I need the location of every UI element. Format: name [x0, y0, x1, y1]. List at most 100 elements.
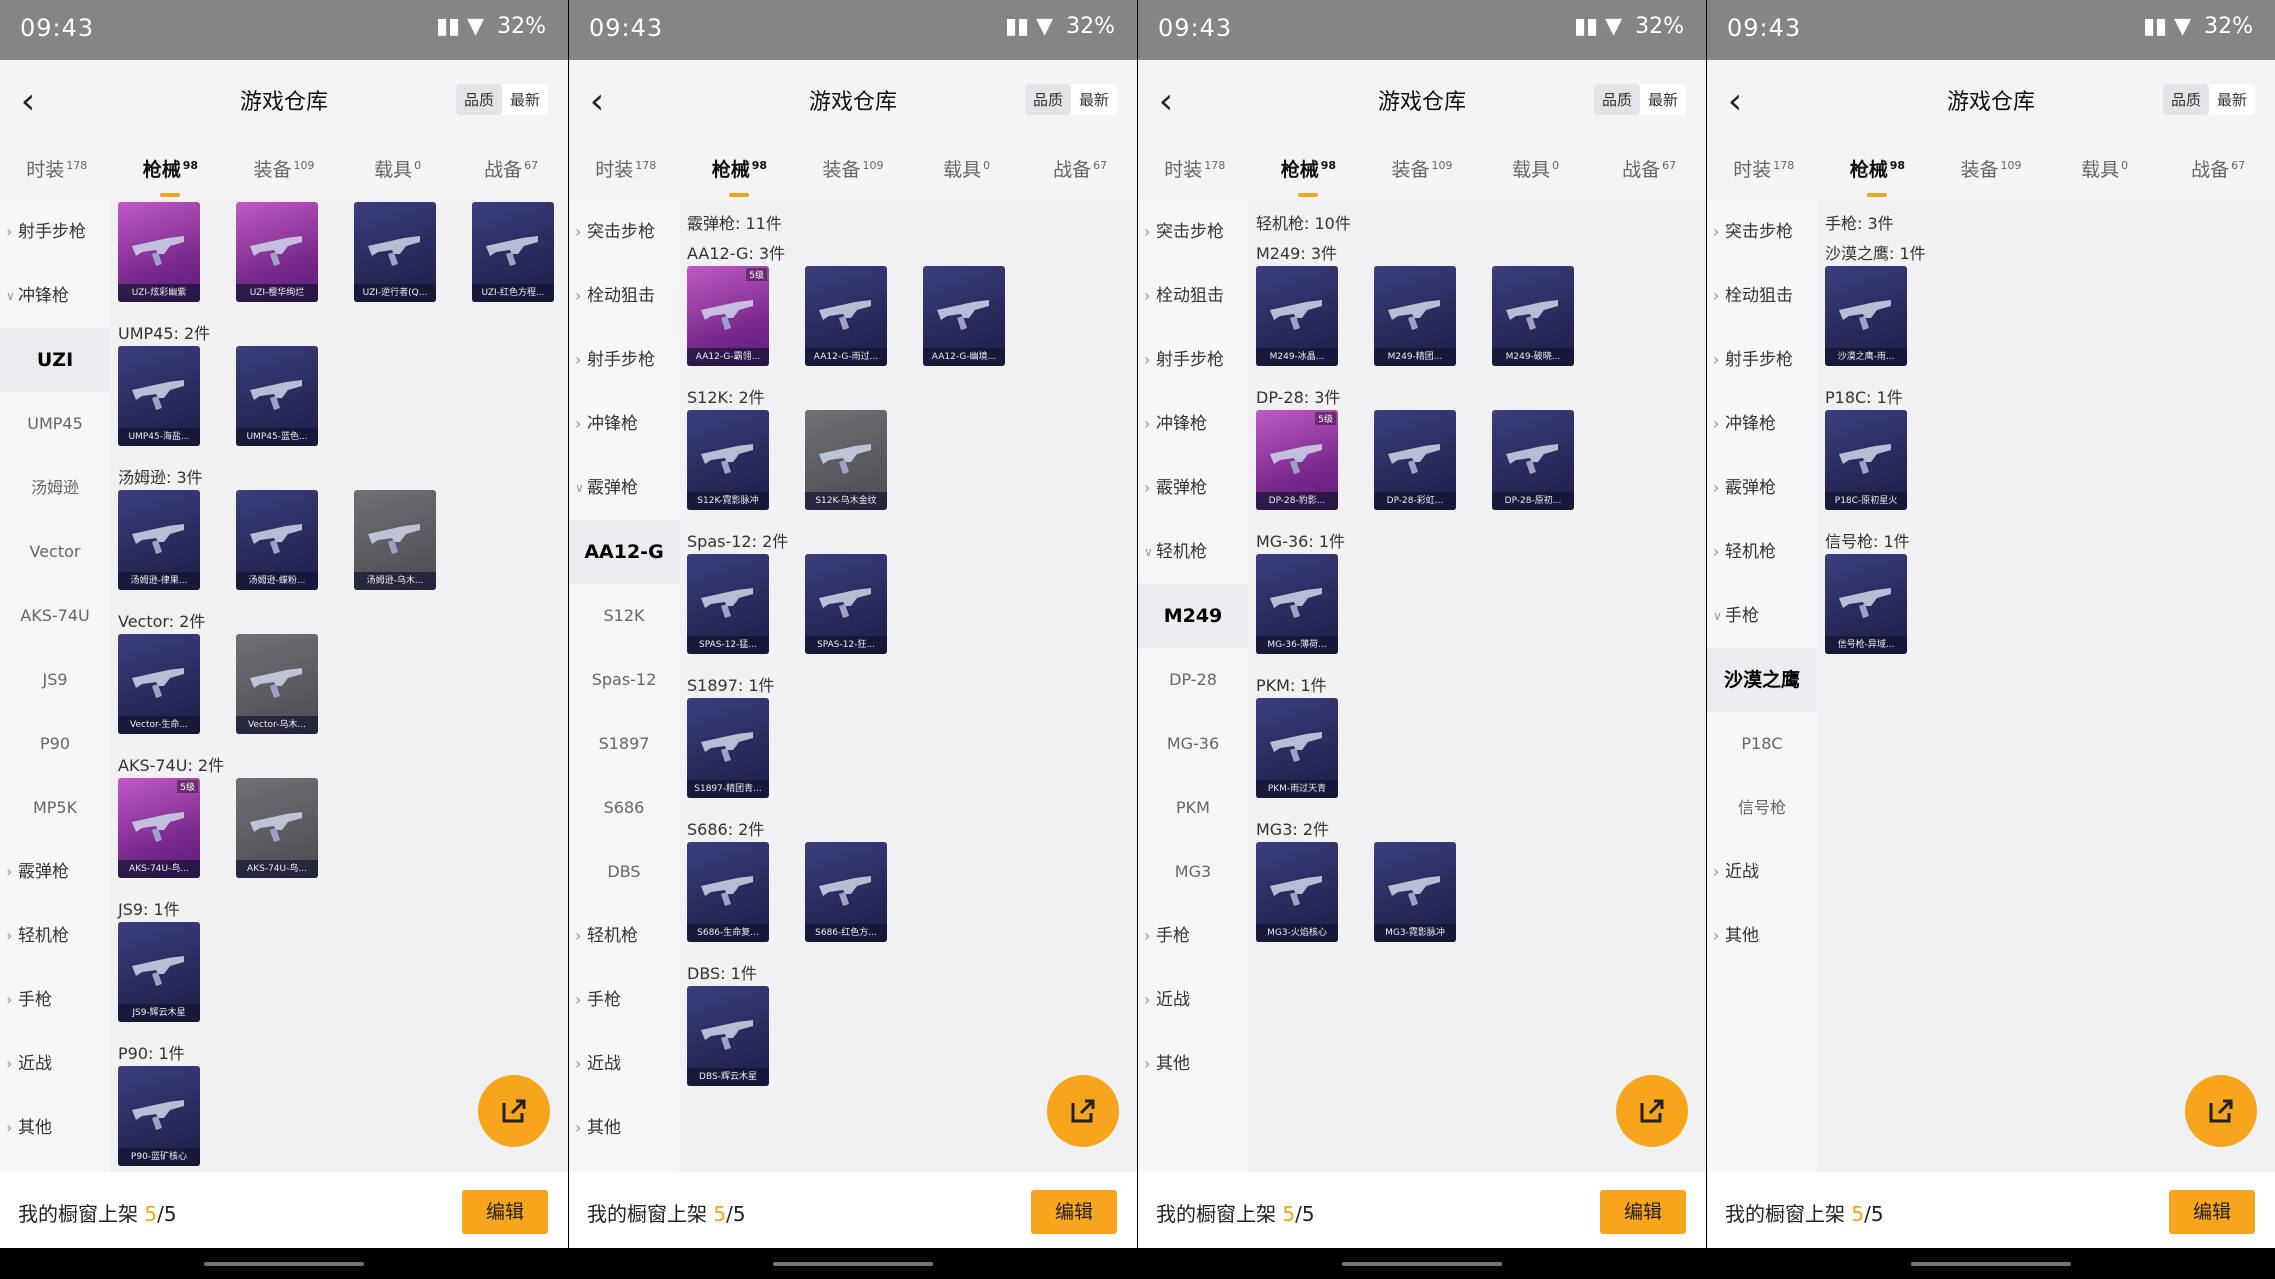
- sidebar-item[interactable]: 手枪: [1138, 904, 1248, 968]
- tab-3[interactable]: 载具 0: [1479, 155, 1593, 195]
- sidebar-item[interactable]: 冲锋枪: [0, 264, 110, 328]
- skin-card[interactable]: 汤姆逊-蝶粉...: [236, 490, 318, 590]
- home-indicator[interactable]: [1911, 1262, 2071, 1266]
- skin-card[interactable]: S686-生命复...: [687, 842, 769, 942]
- sidebar-item[interactable]: 霰弹枪: [0, 840, 110, 904]
- sidebar-item[interactable]: 轻机枪: [569, 904, 679, 968]
- sidebar-item[interactable]: 其他: [1138, 1032, 1248, 1096]
- sort-option[interactable]: 最新: [502, 84, 548, 115]
- skin-card[interactable]: UZI-红色方程...: [472, 202, 554, 302]
- sidebar-item[interactable]: 其他: [0, 1096, 110, 1160]
- sidebar-item[interactable]: 近战: [1707, 840, 1817, 904]
- home-indicator[interactable]: [1342, 1262, 1502, 1266]
- sort-option[interactable]: 品质: [1593, 84, 1640, 115]
- sidebar-item[interactable]: 射手步枪: [569, 328, 679, 392]
- skin-card[interactable]: UZI-逆行者(Q...: [354, 202, 436, 302]
- sidebar-item[interactable]: 冲锋枪: [1707, 392, 1817, 456]
- sidebar-item[interactable]: 突击步枪: [569, 200, 679, 264]
- skin-card[interactable]: M249-精团...: [1374, 266, 1456, 366]
- tab-2[interactable]: 装备 109: [227, 155, 341, 195]
- skin-card[interactable]: SPAS-12-狂...: [805, 554, 887, 654]
- sidebar-item[interactable]: 射手步枪: [1707, 328, 1817, 392]
- skin-card[interactable]: 汤姆逊-乌木...: [354, 490, 436, 590]
- skin-card[interactable]: M249-破晓...: [1492, 266, 1574, 366]
- sidebar-item[interactable]: 近战: [1138, 968, 1248, 1032]
- sidebar-item[interactable]: S1897: [569, 712, 679, 776]
- tab-0[interactable]: 时装 178: [569, 155, 683, 195]
- tab-3[interactable]: 载具 0: [341, 155, 455, 195]
- skin-card[interactable]: P90-蓝矿核心: [118, 1066, 200, 1166]
- tab-0[interactable]: 时装 178: [1138, 155, 1252, 195]
- skin-card[interactable]: MG3-火焰核心: [1256, 842, 1338, 942]
- sort-option[interactable]: 最新: [1071, 84, 1117, 115]
- sidebar-item[interactable]: 射手步枪: [1138, 328, 1248, 392]
- skin-card[interactable]: 信号枪-异域...: [1825, 554, 1907, 654]
- sidebar-item[interactable]: 霰弹枪: [569, 456, 679, 520]
- skin-card[interactable]: UMP45-蓝色...: [236, 346, 318, 446]
- skin-card[interactable]: AA12-G-雨过...: [805, 266, 887, 366]
- sidebar-item[interactable]: 信号枪: [1707, 776, 1817, 840]
- tab-4[interactable]: 战备 67: [454, 155, 568, 195]
- home-indicator[interactable]: [773, 1262, 933, 1266]
- tab-1[interactable]: 枪械 98: [1821, 155, 1935, 197]
- skin-card[interactable]: S12K-霓影脉冲: [687, 410, 769, 510]
- tab-4[interactable]: 战备 67: [1023, 155, 1137, 195]
- skin-card[interactable]: AKS-74U-鸟...: [236, 778, 318, 878]
- sidebar-item[interactable]: 其他: [1707, 904, 1817, 968]
- skin-card[interactable]: UZI-炫彩幽紫: [118, 202, 200, 302]
- tab-3[interactable]: 载具 0: [910, 155, 1024, 195]
- sidebar-item[interactable]: P90: [0, 712, 110, 776]
- sidebar-item[interactable]: UZI: [0, 328, 110, 392]
- sort-option[interactable]: 品质: [2162, 84, 2209, 115]
- skin-card[interactable]: JS9-辉云木星: [118, 922, 200, 1022]
- sidebar-item[interactable]: 近战: [0, 1032, 110, 1096]
- sidebar-item[interactable]: 冲锋枪: [1138, 392, 1248, 456]
- share-button[interactable]: [478, 1075, 550, 1147]
- skin-card[interactable]: S1897-精团青...: [687, 698, 769, 798]
- sidebar-item[interactable]: 栓动狙击: [1138, 264, 1248, 328]
- sort-option[interactable]: 最新: [1640, 84, 1686, 115]
- sort-option[interactable]: 品质: [1024, 84, 1071, 115]
- edit-button[interactable]: 编辑: [2169, 1190, 2255, 1234]
- skin-card[interactable]: 5级 AA12-G-霸翎...: [687, 266, 769, 366]
- sidebar-item[interactable]: 栓动狙击: [569, 264, 679, 328]
- sidebar-item[interactable]: 沙漠之鹰: [1707, 648, 1817, 712]
- sidebar-item[interactable]: 汤姆逊: [0, 456, 110, 520]
- share-button[interactable]: [2185, 1075, 2257, 1147]
- skin-card[interactable]: P18C-原初星火: [1825, 410, 1907, 510]
- skin-card[interactable]: UMP45-海盐...: [118, 346, 200, 446]
- sidebar-item[interactable]: JS9: [0, 648, 110, 712]
- skin-card[interactable]: 5级 DP-28-豹影...: [1256, 410, 1338, 510]
- edit-button[interactable]: 编辑: [1031, 1190, 1117, 1234]
- skin-card[interactable]: DP-28-原初...: [1492, 410, 1574, 510]
- sidebar-item[interactable]: 手枪: [0, 968, 110, 1032]
- skin-card[interactable]: 沙漠之鹰-雨...: [1825, 266, 1907, 366]
- sidebar-item[interactable]: 轻机枪: [0, 904, 110, 968]
- sidebar-item[interactable]: 突击步枪: [1707, 200, 1817, 264]
- sidebar-item[interactable]: 射手步枪: [0, 200, 110, 264]
- skin-card[interactable]: Vector-乌木...: [236, 634, 318, 734]
- share-button[interactable]: [1047, 1075, 1119, 1147]
- sidebar-item[interactable]: DBS: [569, 840, 679, 904]
- tab-1[interactable]: 枪械 98: [683, 155, 797, 197]
- skin-card[interactable]: PKM-雨过天青: [1256, 698, 1338, 798]
- tab-2[interactable]: 装备 109: [1934, 155, 2048, 195]
- skin-card[interactable]: 5级 AKS-74U-鸟...: [118, 778, 200, 878]
- sidebar-item[interactable]: AKS-74U: [0, 584, 110, 648]
- sidebar-item[interactable]: Spas-12: [569, 648, 679, 712]
- skin-card[interactable]: AA12-G-幽境...: [923, 266, 1005, 366]
- sidebar-item[interactable]: Vector: [0, 520, 110, 584]
- sort-option[interactable]: 品质: [455, 84, 502, 115]
- sidebar-item[interactable]: 霰弹枪: [1707, 456, 1817, 520]
- sidebar-item[interactable]: 手枪: [569, 968, 679, 1032]
- sidebar-item[interactable]: MG3: [1138, 840, 1248, 904]
- sidebar-item[interactable]: P18C: [1707, 712, 1817, 776]
- sidebar-item[interactable]: 轻机枪: [1707, 520, 1817, 584]
- sidebar-item[interactable]: S686: [569, 776, 679, 840]
- tab-3[interactable]: 载具 0: [2048, 155, 2162, 195]
- skin-card[interactable]: UZI-樱华绚烂: [236, 202, 318, 302]
- skin-card[interactable]: 汤姆逊-律果...: [118, 490, 200, 590]
- sidebar-item[interactable]: S12K: [569, 584, 679, 648]
- tab-4[interactable]: 战备 67: [2161, 155, 2275, 195]
- skin-card[interactable]: MG-36-薄荷...: [1256, 554, 1338, 654]
